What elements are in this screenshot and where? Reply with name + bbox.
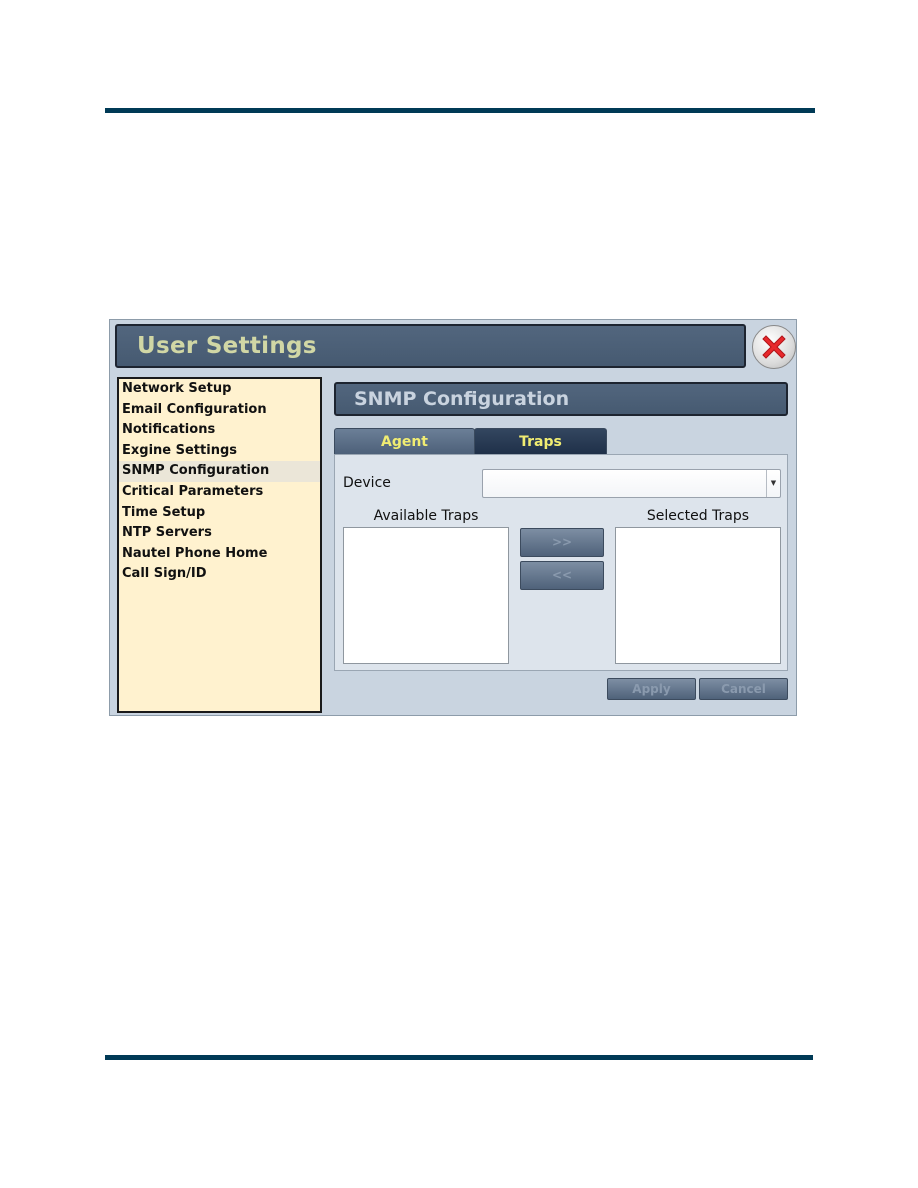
apply-button[interactable]: Apply	[607, 678, 696, 700]
sidebar-item-snmp-configuration[interactable]: SNMP Configuration	[119, 461, 320, 482]
section-title: SNMP Configuration	[354, 388, 570, 410]
selected-traps-label: Selected Traps	[646, 508, 750, 524]
sidebar-item-exgine-settings[interactable]: Exgine Settings	[119, 441, 320, 462]
close-button[interactable]	[752, 325, 796, 369]
sidebar-item-critical-parameters[interactable]: Critical Parameters	[119, 482, 320, 503]
tab-agent[interactable]: Agent	[334, 428, 475, 454]
cancel-button[interactable]: Cancel	[699, 678, 788, 700]
user-settings-window: User Settings Network Setup Email Config…	[109, 319, 797, 716]
sidebar-item-time-setup[interactable]: Time Setup	[119, 503, 320, 524]
device-select[interactable]: ▼	[482, 469, 781, 498]
sidebar-item-nautel-phone-home[interactable]: Nautel Phone Home	[119, 544, 320, 565]
sidebar-item-email-configuration[interactable]: Email Configuration	[119, 400, 320, 421]
close-x-icon	[762, 335, 786, 359]
section-header: SNMP Configuration	[334, 382, 788, 416]
device-label: Device	[343, 475, 391, 491]
top-rule	[105, 108, 815, 113]
window-title: User Settings	[137, 333, 317, 359]
available-traps-label: Available Traps	[373, 508, 479, 524]
bottom-rule	[105, 1055, 813, 1060]
chevron-down-icon[interactable]: ▼	[766, 470, 780, 497]
sidebar-item-call-sign-id[interactable]: Call Sign/ID	[119, 564, 320, 585]
traps-panel: Device ▼ Available Traps Selected Traps …	[334, 454, 788, 671]
settings-sidebar: Network Setup Email Configuration Notifi…	[117, 377, 322, 713]
sidebar-item-network-setup[interactable]: Network Setup	[119, 379, 320, 400]
tab-traps[interactable]: Traps	[474, 428, 607, 454]
available-traps-list[interactable]	[343, 527, 509, 664]
add-trap-button[interactable]: >>	[520, 528, 604, 557]
sidebar-item-notifications[interactable]: Notifications	[119, 420, 320, 441]
selected-traps-list[interactable]	[615, 527, 781, 664]
remove-trap-button[interactable]: <<	[520, 561, 604, 590]
title-bar: User Settings	[115, 324, 746, 368]
sidebar-item-ntp-servers[interactable]: NTP Servers	[119, 523, 320, 544]
